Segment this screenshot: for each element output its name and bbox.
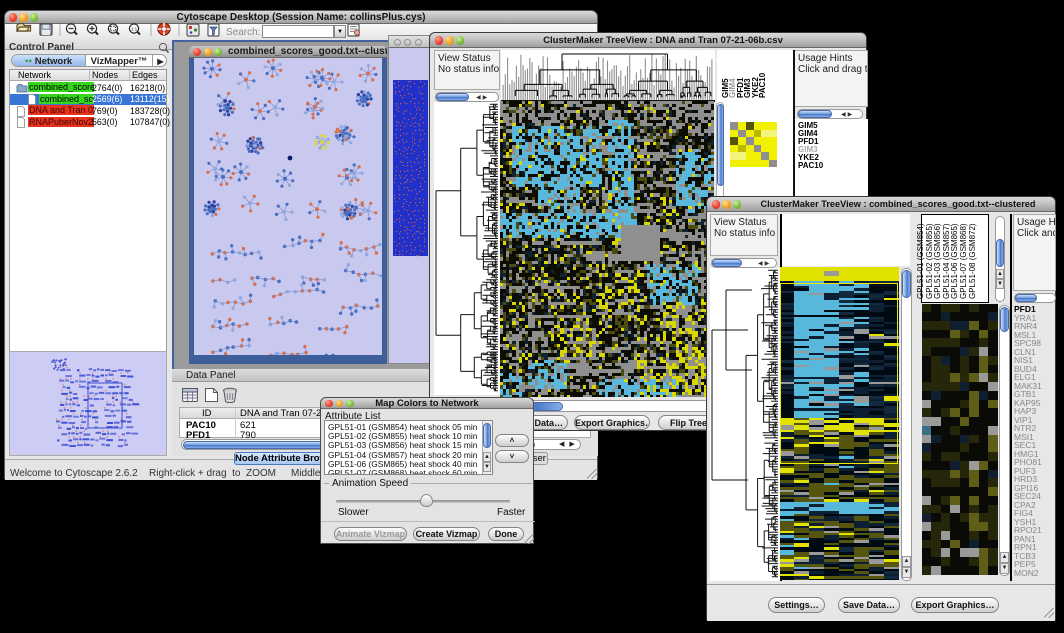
svg-text:1:1: 1:1	[131, 27, 138, 32]
